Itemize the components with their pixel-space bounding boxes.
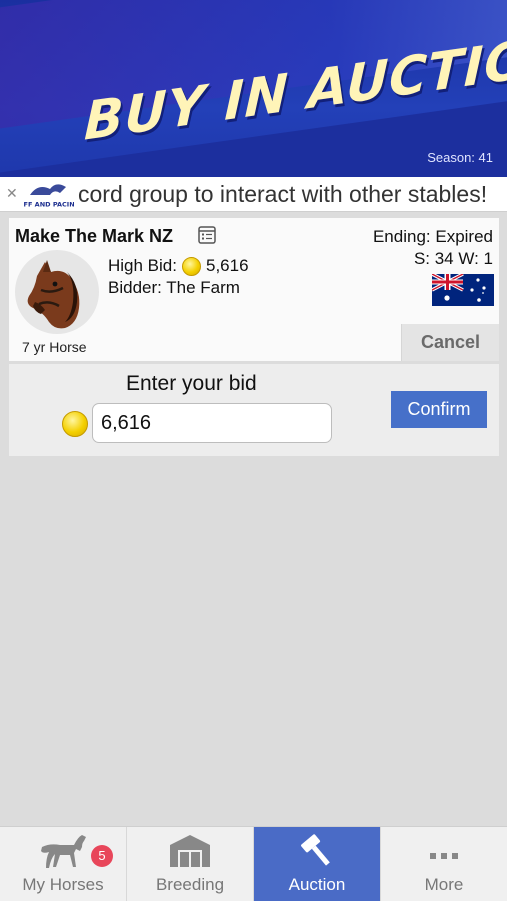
off-and-pacing-logo: OFF AND PACING — [24, 184, 74, 209]
starts-wins: S: 34 W: 1 — [413, 249, 493, 268]
tab-more[interactable]: More — [381, 827, 507, 901]
horse-age: 7 yr Horse — [22, 339, 87, 355]
bid-amount-input[interactable] — [92, 403, 332, 443]
tab-breeding[interactable]: Breeding — [127, 827, 254, 901]
tab-my-horses[interactable]: 5 My Horses — [0, 827, 127, 901]
high-bid-label: High Bid: — [108, 256, 177, 275]
horse-name[interactable]: Make The Mark NZ — [15, 226, 173, 247]
tab-label: Auction — [288, 875, 346, 894]
auction-ending: Ending: Expired — [372, 227, 493, 246]
high-bid-value: 5,616 — [205, 256, 249, 275]
barn-icon — [170, 835, 210, 867]
confirm-button[interactable]: Confirm — [391, 391, 487, 428]
cancel-button[interactable]: Cancel — [401, 324, 499, 361]
auction-listing-card: Make The Mark NZ 7 yr Horse High Bid: 5,… — [9, 218, 499, 361]
high-bid: High Bid: 5,616 — [108, 256, 249, 276]
marquee-text: cord group to interact with other stable… — [78, 181, 488, 207]
horse-head-icon — [27, 260, 80, 329]
auction-banner: BUY IN AUCTION Season: 41 — [0, 0, 507, 196]
tab-label: My Horses — [22, 875, 104, 894]
notes-icon[interactable] — [197, 225, 217, 245]
bid-label: Enter your bid — [126, 372, 257, 395]
horse-avatar[interactable] — [15, 250, 99, 334]
close-icon[interactable]: ✕ — [6, 185, 18, 202]
more-dots-icon — [430, 853, 458, 859]
coin-icon — [62, 411, 88, 437]
tab-label: More — [424, 875, 464, 894]
tab-label: Breeding — [155, 875, 225, 894]
unread-badge: 5 — [91, 845, 113, 867]
bid-panel: Enter your bid Confirm — [9, 364, 499, 456]
bottom-tab-bar: 5 My Horses Breeding Auction More — [0, 826, 507, 901]
announcement-marquee[interactable]: ✕ OFF AND PACING cord group to interact … — [0, 177, 507, 212]
australia-flag-icon — [432, 274, 494, 306]
gavel-icon — [301, 834, 330, 866]
bidder-name: Bidder: The Farm — [108, 278, 240, 297]
coin-icon — [181, 256, 201, 276]
tab-auction[interactable]: Auction — [254, 827, 381, 901]
horse-icon — [41, 835, 86, 868]
season-label: Season: 41 — [427, 150, 493, 165]
svg-text:OFF AND PACING: OFF AND PACING — [24, 201, 74, 209]
